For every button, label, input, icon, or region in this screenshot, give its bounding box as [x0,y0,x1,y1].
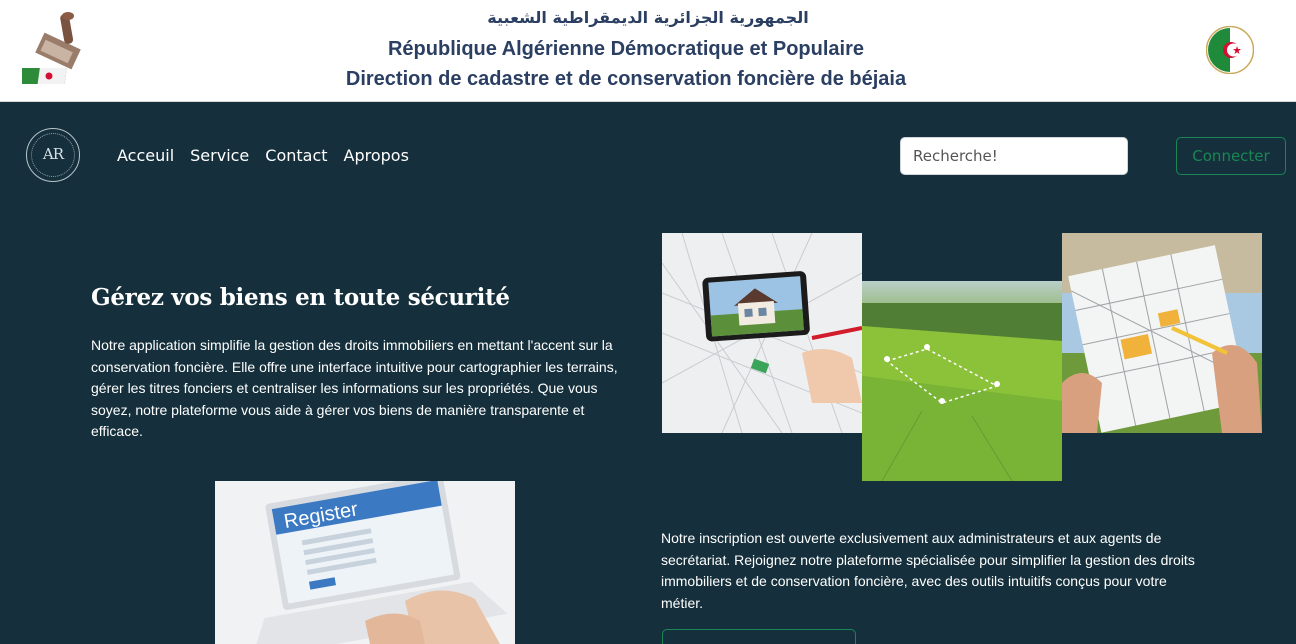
nav-link-contact[interactable]: Contact [265,146,327,165]
republic-name: République Algérienne Démocratique et Po… [387,38,864,60]
signup-description: Notre inscription est ouverte exclusivem… [661,530,1195,611]
register-laptop-image: Register [215,481,515,644]
main-nav: Acceuil Service Contact Apropos [117,146,409,165]
algeria-flag-icon [1205,25,1255,75]
nav-link-acceuil[interactable]: Acceuil [117,146,174,165]
tablet-map-image [662,233,862,433]
green-field-image [862,281,1062,481]
nav-link-service[interactable]: Service [190,146,249,165]
hero-description: Notre application simplifie la gestion d… [91,337,618,439]
plot-map-image [1062,233,1262,433]
arabic-title: الجمهورية الجزائرية الديمقراطية الشعبية [487,8,809,27]
search-input[interactable] [900,137,1128,175]
nav-link-apropos[interactable]: Apropos [344,146,409,165]
brand-logo[interactable]: AR [26,128,80,182]
connect-button[interactable]: Connecter [1176,137,1286,175]
hero-title: Gérez vos biens en toute sécurité [91,284,510,311]
logo-monogram: AR [42,145,64,163]
direction-name: Direction de cadastre et de conservation… [345,68,907,90]
signup-button[interactable] [662,629,856,644]
government-header: الجمهورية الجزائرية الديمقراطية الشعبية … [0,0,1296,102]
